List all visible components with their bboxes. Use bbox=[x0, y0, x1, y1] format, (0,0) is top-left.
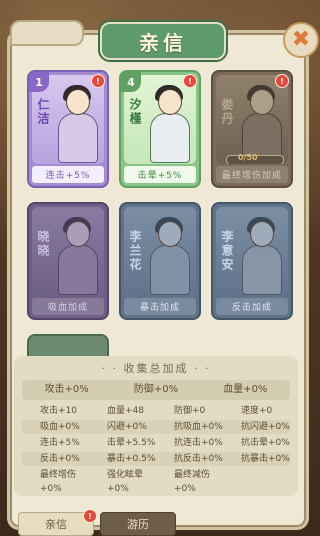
level-badge: 1 bbox=[29, 72, 49, 92]
character-figure bbox=[54, 217, 100, 295]
card-loudan[interactable]: 0/50 ! 娄丹 最终增伤加成 bbox=[211, 70, 293, 188]
character-figure bbox=[54, 85, 100, 163]
stat-item: 血量+48 bbox=[107, 406, 144, 416]
card-liyian[interactable]: 李意安 反击加成 bbox=[211, 202, 293, 320]
stat-item: 速度+0 bbox=[241, 406, 273, 416]
stat-item: 反击+0% bbox=[22, 452, 89, 466]
main-stat-defense: 防御+0% bbox=[133, 384, 179, 395]
card-name: 汐槿 bbox=[128, 98, 142, 126]
summary-title: · · 收集总加成 · · bbox=[101, 362, 211, 375]
page-title: 亲信 bbox=[139, 30, 187, 55]
card-caption: 吸血加成 bbox=[32, 298, 104, 315]
unlock-progress-text: 0/50 bbox=[238, 153, 258, 162]
character-figure bbox=[238, 85, 284, 163]
character-figure bbox=[146, 85, 192, 163]
stat-item: 攻击+10 bbox=[40, 406, 77, 416]
stat-item bbox=[223, 468, 290, 482]
stat-item: 暴击+0.5% bbox=[89, 452, 156, 466]
stat-item: 吸血+0% bbox=[22, 420, 89, 434]
level-badge: 4 bbox=[121, 72, 141, 92]
tab-label: 游历 bbox=[127, 518, 149, 531]
card-renjie[interactable]: 1 ! 仁洁 连击+5% bbox=[27, 70, 109, 188]
main-stat-attack: 攻击+0% bbox=[44, 384, 89, 395]
alert-badge: ! bbox=[275, 74, 289, 88]
stat-item: 强化眩晕+0% bbox=[107, 470, 144, 494]
character-figure bbox=[238, 217, 284, 295]
stat-item: 防御+0 bbox=[174, 406, 206, 416]
stat-item: 最终减伤+0% bbox=[174, 470, 211, 494]
card-xiaoxiao[interactable]: 晓晓 吸血加成 bbox=[27, 202, 109, 320]
card-caption: 击晕+5% bbox=[124, 166, 196, 183]
card-name: 李兰花 bbox=[128, 230, 142, 272]
card-caption: 暴击加成 bbox=[124, 298, 196, 315]
card-name: 仁洁 bbox=[36, 98, 50, 126]
card-caption: 连击+5% bbox=[32, 166, 104, 183]
card-xijin[interactable]: 4 ! 汐槿 击晕+5% bbox=[119, 70, 201, 188]
stat-item: 抗连击+0% bbox=[174, 438, 223, 448]
stat-item: 抗吸血+0% bbox=[156, 420, 223, 434]
card-caption: 反击加成 bbox=[216, 298, 288, 315]
collection-summary: · · 收集总加成 · · 攻击+0% 防御+0% 血量+0% 攻击+10 血量… bbox=[14, 356, 298, 496]
stat-item: 击晕+5.5% bbox=[107, 438, 156, 448]
character-figure bbox=[146, 217, 192, 295]
stat-grid: 攻击+10 血量+48 防御+0 速度+0 吸血+0% 闪避+0% 抗吸血+0%… bbox=[22, 404, 290, 494]
stat-item: 连击+5% bbox=[40, 438, 80, 448]
next-card-peek bbox=[27, 334, 109, 356]
alert-badge: ! bbox=[183, 74, 197, 88]
tab-label: 亲信 bbox=[45, 518, 67, 531]
main-stats-row: 攻击+0% 防御+0% 血量+0% bbox=[22, 380, 290, 400]
stat-item: 最终增伤+0% bbox=[40, 470, 77, 494]
card-name: 李意安 bbox=[220, 230, 234, 272]
card-caption: 最终增伤加成 bbox=[216, 166, 288, 183]
stat-item: 抗暴击+0% bbox=[223, 452, 290, 466]
alert-badge: ! bbox=[91, 74, 105, 88]
decorative-cloud bbox=[10, 20, 84, 46]
close-icon: ✖ bbox=[291, 27, 311, 52]
stat-item: 抗闪避+0% bbox=[223, 420, 290, 434]
bottom-tabs: 亲信 ! 游历 bbox=[18, 509, 176, 536]
stat-item: 闪避+0% bbox=[89, 420, 156, 434]
card-name: 晓晓 bbox=[36, 230, 50, 258]
tab-youli[interactable]: 游历 bbox=[100, 512, 176, 536]
card-name: 娄丹 bbox=[220, 98, 234, 126]
stat-item: 抗反击+0% bbox=[156, 452, 223, 466]
title-banner: 亲信 bbox=[100, 22, 226, 60]
tab-qinxin[interactable]: 亲信 ! bbox=[18, 509, 97, 536]
main-stat-hp: 血量+0% bbox=[223, 384, 268, 395]
card-lilanhua[interactable]: 李兰花 暴击加成 bbox=[119, 202, 201, 320]
close-button[interactable]: ✖ bbox=[283, 22, 319, 58]
alert-badge: ! bbox=[83, 509, 97, 523]
stat-item: 抗击晕+0% bbox=[241, 438, 290, 448]
